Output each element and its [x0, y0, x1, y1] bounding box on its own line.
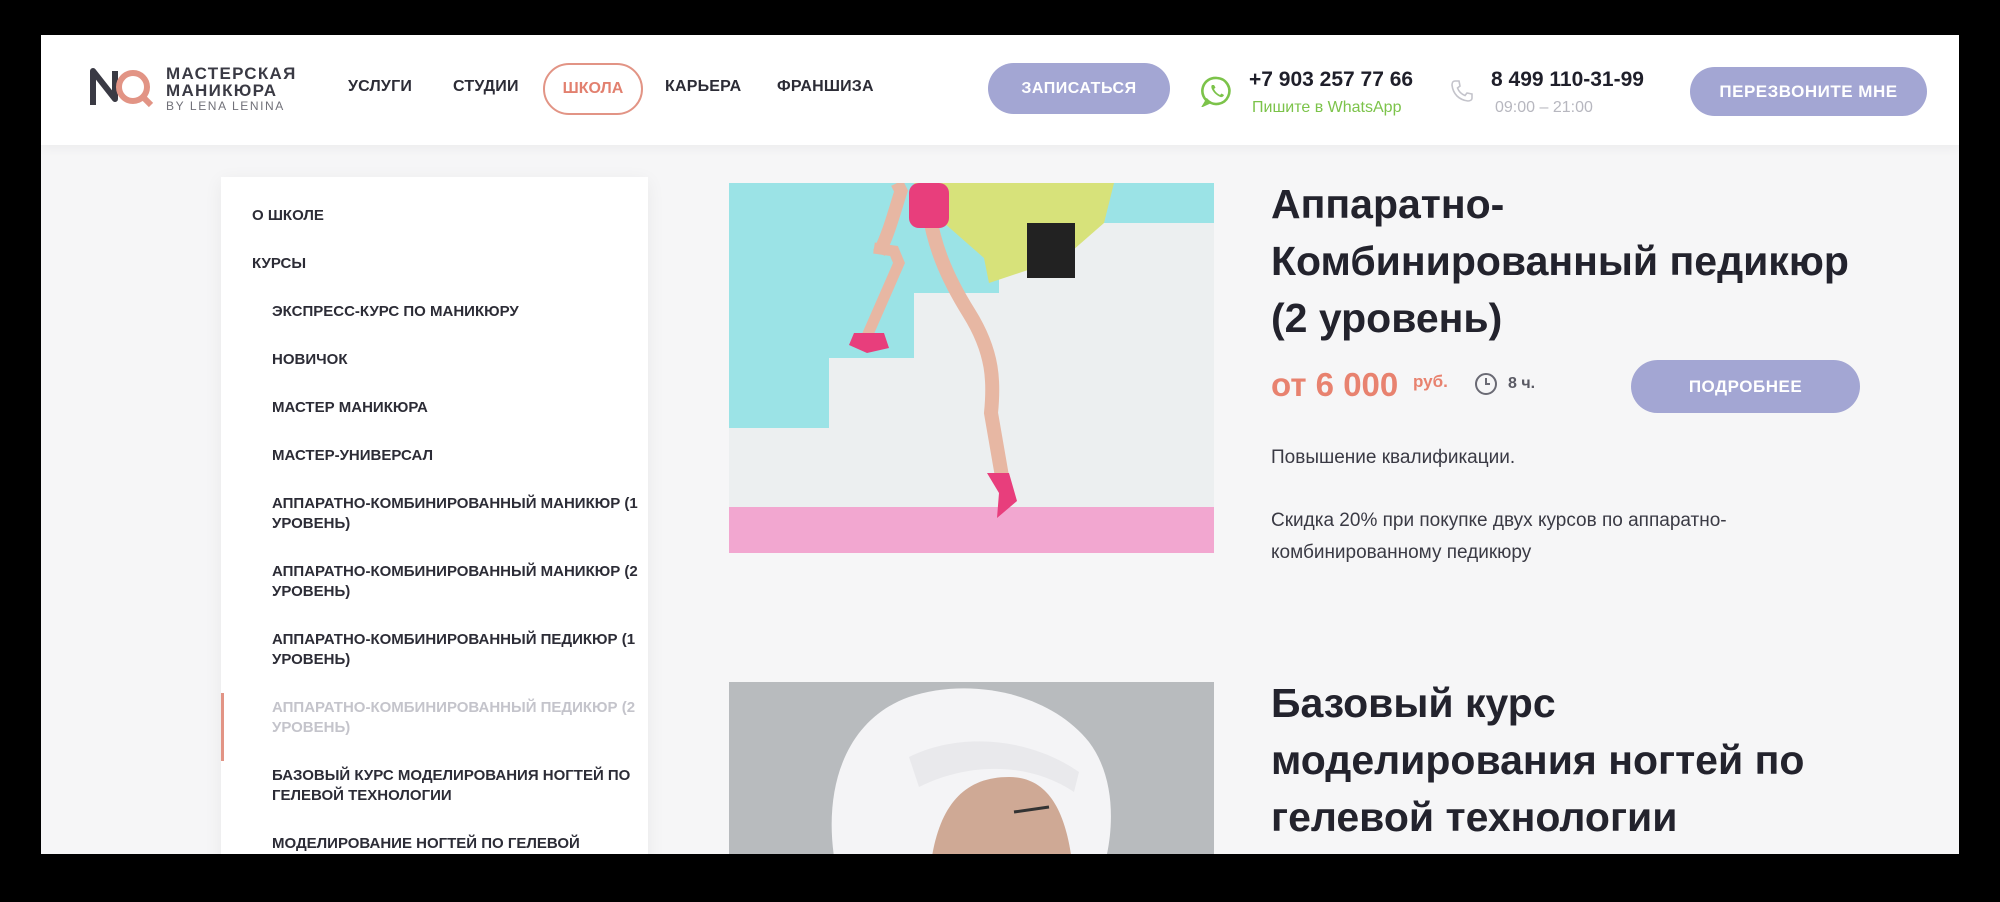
nav-franchise[interactable]: ФРАНШИЗА: [777, 78, 874, 96]
sidebar-item-course[interactable]: БАЗОВЫЙ КУРС МОДЕЛИРОВАНИЯ НОГТЕЙ ПО ГЕЛ…: [272, 766, 648, 806]
logo-line1: МАСТЕРСКАЯ: [166, 64, 297, 83]
callback-button[interactable]: ПЕРЕЗВОНИТЕ МНЕ: [1690, 67, 1927, 116]
active-indicator: [221, 693, 224, 761]
course-discount-note: Скидка 20% при покупке двух курсов по ап…: [1271, 510, 1727, 563]
site-header: МАСТЕРСКАЯ МАНИКЮРА BY LENA LENINA УСЛУГ…: [41, 35, 1959, 145]
whatsapp-link[interactable]: Пишите в WhatsApp: [1252, 99, 1401, 117]
sidebar-item-course[interactable]: НОВИЧОК: [272, 350, 648, 370]
clock-icon: [1475, 373, 1497, 395]
sidebar-item-course-active[interactable]: АППАРАТНО-КОМБИНИРОВАННЫЙ ПЕДИКЮР (2 УРО…: [272, 698, 648, 738]
sidebar-item-course[interactable]: МАСТЕР-УНИВЕРСАЛ: [272, 446, 648, 466]
school-sidebar-menu: О ШКОЛЕ КУРСЫ ЭКСПРЕСС-КУРС ПО МАНИКЮРУ …: [221, 177, 648, 854]
nav-services[interactable]: УСЛУГИ: [348, 78, 412, 96]
course-description: Повышение квалификации.: [1271, 447, 1516, 468]
logo-icon[interactable]: [89, 65, 155, 109]
sidebar-item-course[interactable]: АППАРАТНО-КОМБИНИРОВАННЫЙ МАНИКЮР (2 УРО…: [272, 562, 648, 602]
nav-career[interactable]: КАРЬЕРА: [665, 78, 741, 96]
logo-text[interactable]: МАСТЕРСКАЯ МАНИКЮРА BY LENA LENINA: [166, 65, 297, 113]
nav-studios[interactable]: СТУДИИ: [453, 78, 519, 96]
logo-line3: BY LENA LENINA: [166, 99, 285, 113]
nav-school[interactable]: ШКОЛА: [543, 63, 643, 115]
sidebar-item-course[interactable]: МОДЕЛИРОВАНИЕ НОГТЕЙ ПО ГЕЛЕВОЙ: [272, 834, 648, 854]
whatsapp-phone[interactable]: +7 903 257 77 66: [1249, 68, 1413, 92]
course-title[interactable]: Базовый курс моделирования ногтей по гел…: [1271, 675, 1891, 846]
details-button[interactable]: ПОДРОБНЕЕ: [1631, 360, 1860, 413]
price-currency: руб.: [1413, 372, 1448, 391]
sidebar-item-course[interactable]: ЭКСПРЕСС-КУРС ПО МАНИКЮРУ: [272, 302, 648, 322]
course-image-gel-nails[interactable]: [729, 682, 1214, 854]
course-image-pedicure[interactable]: [729, 183, 1214, 553]
sidebar-item-course[interactable]: МАСТЕР МАНИКЮРА: [272, 398, 648, 418]
course-price: от 6 000: [1271, 366, 1399, 403]
sidebar-item-about[interactable]: О ШКОЛЕ: [252, 206, 324, 226]
course-title[interactable]: Аппаратно-Комбинированный педикюр (2 уро…: [1271, 176, 1891, 347]
whatsapp-icon[interactable]: [1201, 75, 1233, 107]
sidebar-item-course[interactable]: АППАРАТНО-КОМБИНИРОВАННЫЙ ПЕДИКЮР (1 УРО…: [272, 630, 648, 670]
sidebar-item-course[interactable]: АППАРАТНО-КОМБИНИРОВАННЫЙ МАНИКЮР (1 УРО…: [272, 494, 648, 534]
page-frame: МАСТЕРСКАЯ МАНИКЮРА BY LENA LENINA УСЛУГ…: [41, 35, 1959, 854]
sidebar-item-courses[interactable]: КУРСЫ: [252, 254, 306, 274]
signup-button[interactable]: ЗАПИСАТЬСЯ: [988, 63, 1170, 114]
course-duration: 8 ч.: [1508, 375, 1536, 392]
phone-icon: [1451, 80, 1473, 102]
main-phone[interactable]: 8 499 110-31-99: [1491, 68, 1644, 92]
working-hours: 09:00 – 21:00: [1495, 99, 1593, 116]
logo-line2: МАНИКЮРА: [166, 81, 278, 100]
